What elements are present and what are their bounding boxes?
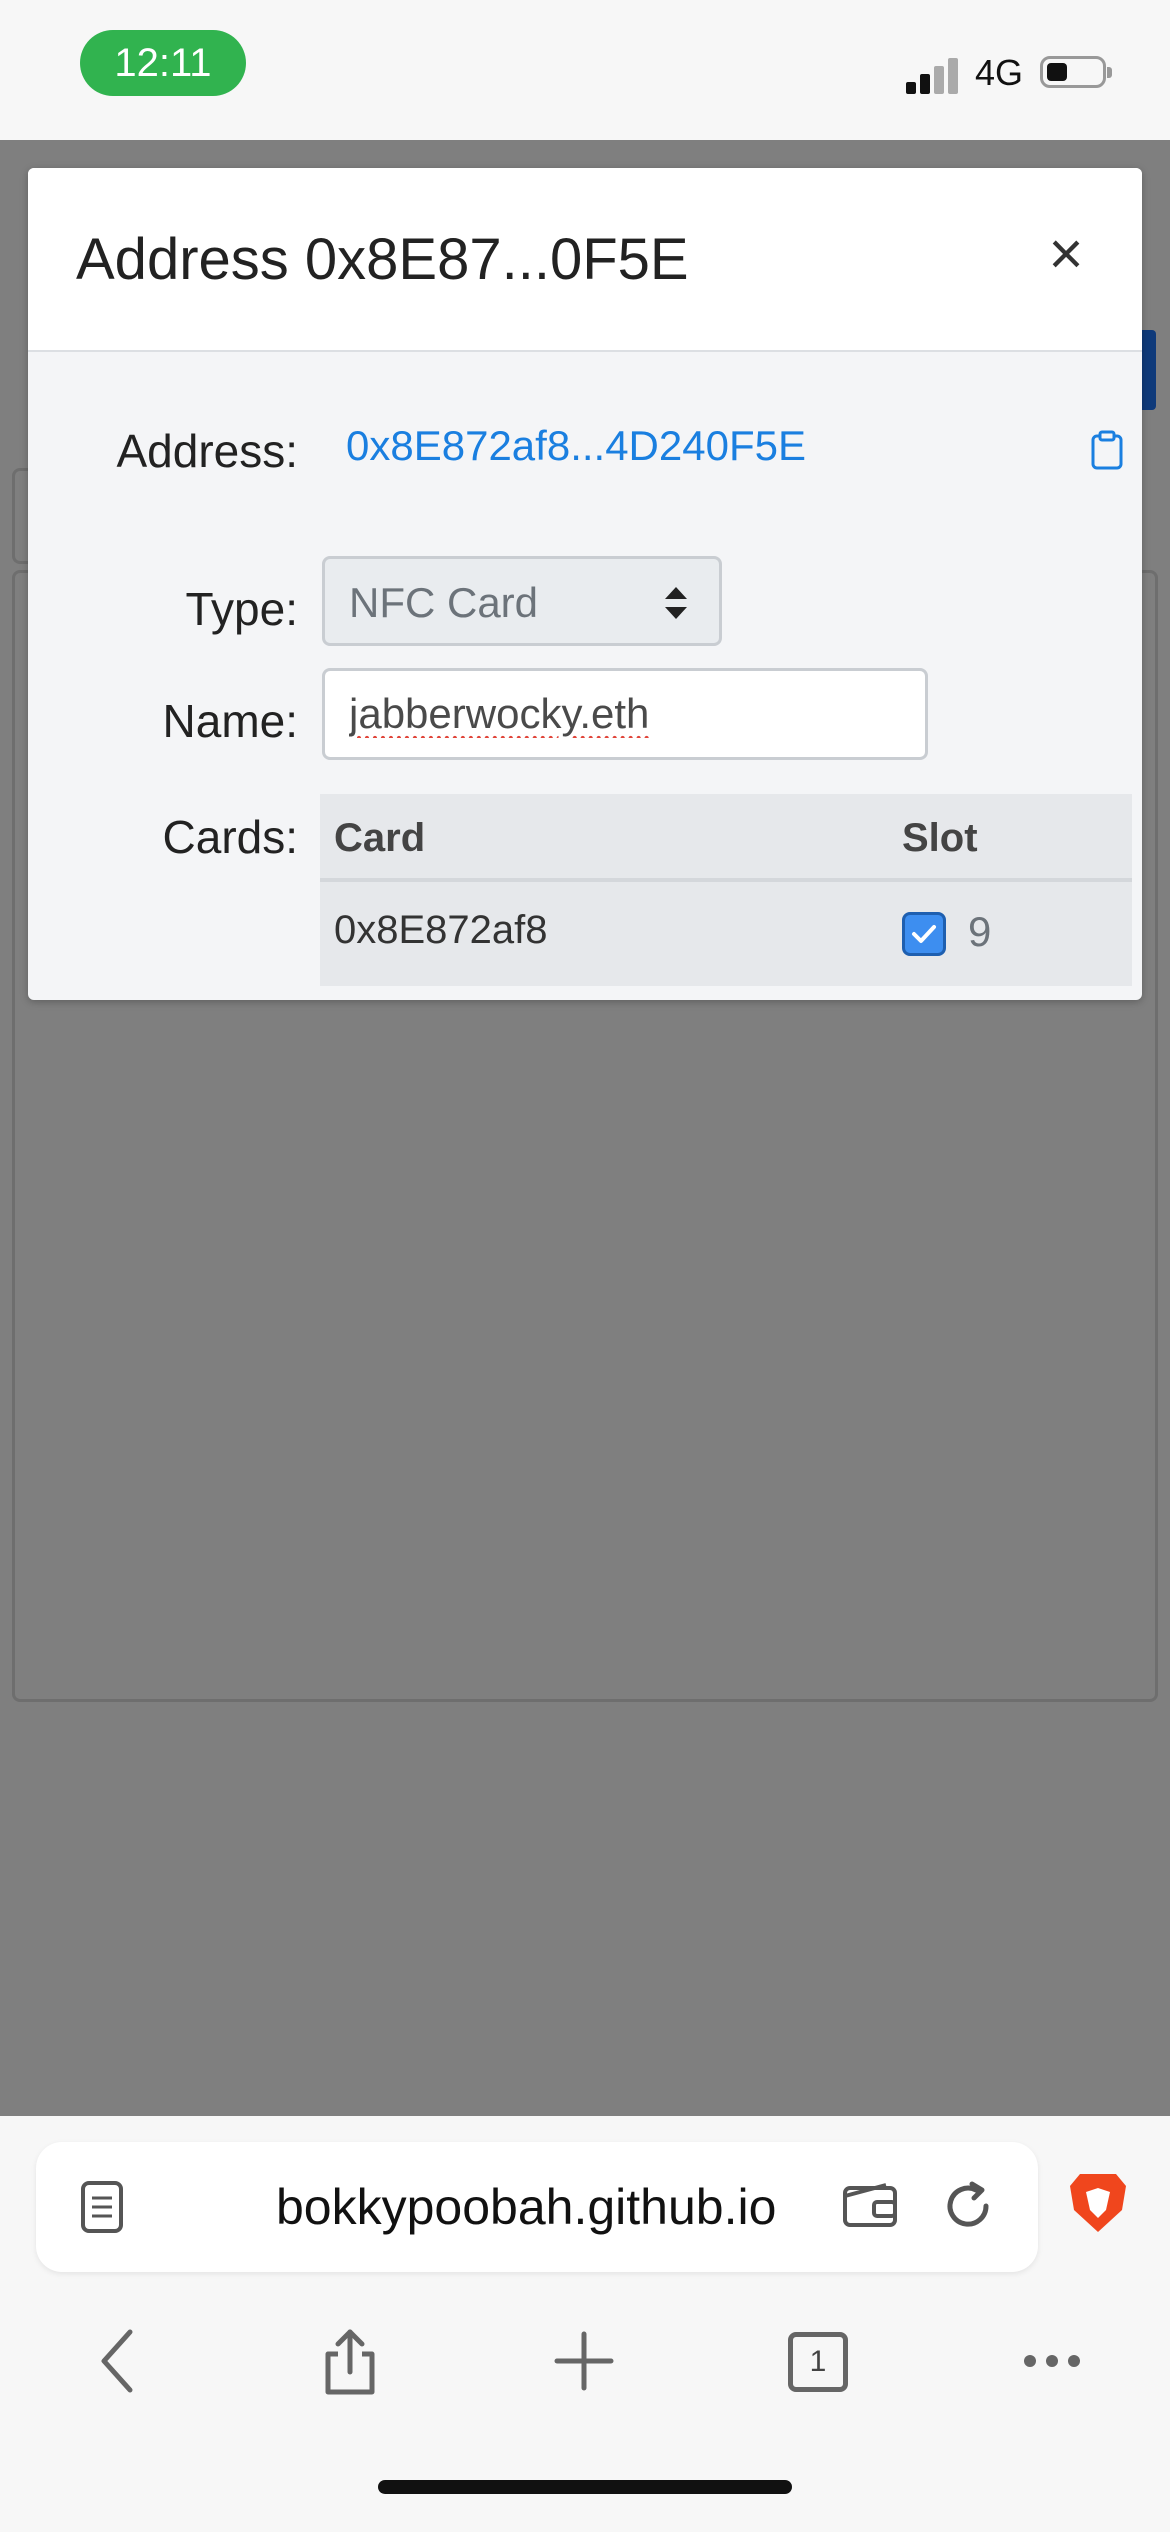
column-header-card: Card	[334, 816, 426, 860]
background-button-edge	[1142, 330, 1156, 410]
modal-title: Address 0x8E87...0F5E	[76, 227, 689, 292]
select-arrows-icon	[665, 587, 687, 619]
card-cell: 0x8E872af8	[334, 908, 548, 952]
table-header: Card Slot	[320, 794, 1132, 882]
signal-strength-icon	[906, 56, 960, 94]
address-modal: Address 0x8E87...0F5E × Address: 0x8E872…	[28, 168, 1142, 1000]
new-tab-icon[interactable]	[554, 2326, 614, 2396]
url-text: bokkypoobah.github.io	[276, 2179, 777, 2235]
browser-toolbar: bokkypoobah.github.io 1	[0, 2116, 1170, 2532]
status-bar: 12:11 4G	[0, 0, 1170, 140]
slot-checkbox[interactable]	[902, 912, 946, 956]
clock: 12:11	[80, 30, 246, 96]
clipboard-copy-icon[interactable]	[1090, 430, 1124, 470]
more-icon[interactable]	[1022, 2326, 1082, 2396]
network-type: 4G	[975, 52, 1024, 93]
wallet-icon[interactable]	[842, 2182, 898, 2228]
address-link[interactable]: 0x8E872af8...4D240F5E	[346, 422, 806, 470]
name-input[interactable]	[322, 668, 928, 760]
cards-table: Card Slot 0x8E872af8 9	[320, 794, 1132, 986]
address-label: Address:	[116, 425, 298, 477]
battery-icon	[1040, 56, 1112, 88]
tabs-icon[interactable]: 1	[788, 2332, 848, 2392]
column-header-slot: Slot	[902, 816, 978, 860]
cards-label: Cards:	[162, 811, 298, 863]
address-bar[interactable]: bokkypoobah.github.io	[36, 2142, 1038, 2272]
back-icon[interactable]	[88, 2326, 148, 2396]
modal-header: Address 0x8E87...0F5E ×	[28, 168, 1142, 352]
table-row: 0x8E872af8 9	[320, 882, 1132, 986]
share-icon[interactable]	[320, 2326, 380, 2396]
type-select[interactable]: NFC Card	[322, 556, 722, 646]
brave-lion-icon[interactable]	[1068, 2170, 1128, 2236]
type-label: Type:	[185, 583, 298, 635]
slot-number: 9	[968, 908, 992, 955]
close-button[interactable]: ×	[1036, 224, 1096, 284]
checkmark-icon	[912, 925, 936, 943]
reader-icon[interactable]	[80, 2180, 124, 2234]
type-select-value: NFC Card	[349, 579, 539, 626]
name-label: Name:	[162, 695, 298, 747]
home-indicator[interactable]	[378, 2480, 792, 2494]
reload-icon[interactable]	[940, 2178, 996, 2234]
